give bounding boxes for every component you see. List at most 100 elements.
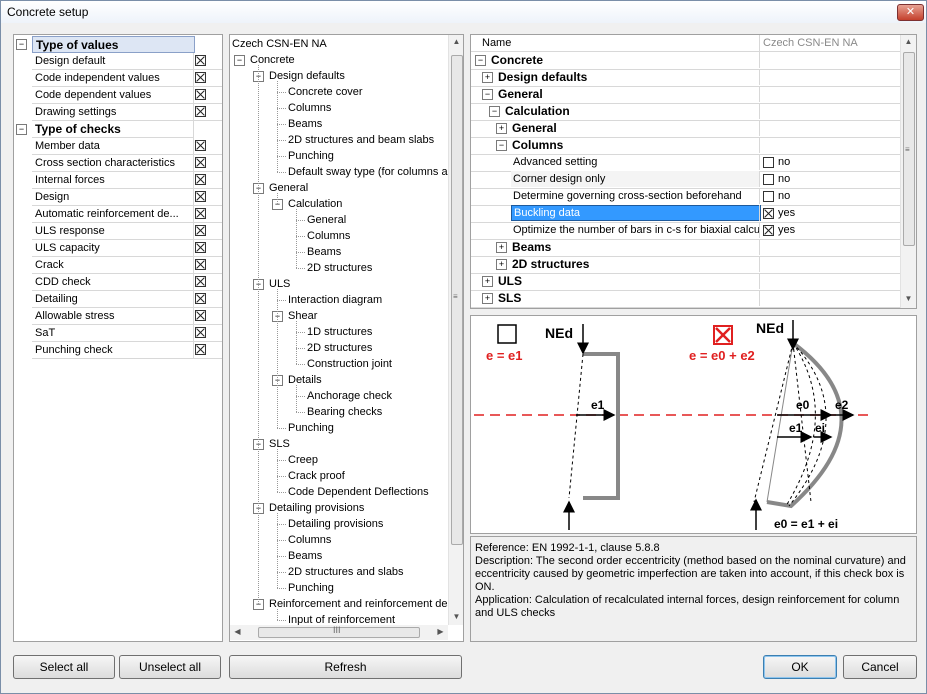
tree-hscroll-thumb[interactable]: III <box>258 625 420 638</box>
collapse-toggle-icon[interactable]: − <box>16 124 27 135</box>
grid-checkbox[interactable] <box>763 174 774 185</box>
grid-checkbox[interactable] <box>763 157 774 168</box>
grid-row[interactable]: − Calculation <box>471 103 900 121</box>
row-checkbox[interactable] <box>195 55 206 66</box>
tree-node[interactable]: Punching <box>288 580 334 596</box>
grid-row[interactable]: Advanced setting no <box>471 154 900 172</box>
tree-node[interactable]: Columns <box>288 532 331 548</box>
tree-node[interactable]: Beams <box>288 548 322 564</box>
check-row[interactable]: Internal forces <box>14 172 222 189</box>
grid-expand-icon[interactable]: − <box>496 140 507 151</box>
tree-horizontal-scrollbar[interactable]: ◀ III ▶ <box>230 625 448 640</box>
grid-row[interactable]: +2D structures <box>471 256 900 274</box>
grid-expand-icon[interactable]: + <box>482 72 493 83</box>
tree-node[interactable]: General <box>307 212 346 228</box>
row-checkbox[interactable] <box>195 191 206 202</box>
tree-node[interactable]: 2D structures and slabs <box>288 564 404 580</box>
tree-node[interactable]: Design defaults <box>269 68 345 84</box>
tree-node[interactable]: SLS <box>269 436 290 452</box>
grid-row[interactable]: − Concrete <box>471 52 900 70</box>
check-row[interactable]: Code dependent values <box>14 87 222 104</box>
row-checkbox[interactable] <box>195 72 206 83</box>
grid-expand-icon[interactable]: + <box>496 123 507 134</box>
row-checkbox[interactable] <box>195 208 206 219</box>
grid-expand-icon[interactable]: − <box>482 89 493 100</box>
tree-node[interactable]: Anchorage check <box>307 388 392 404</box>
row-checkbox[interactable] <box>195 293 206 304</box>
check-row[interactable]: Design default <box>14 53 222 70</box>
grid-row[interactable]: + Beams <box>471 239 900 257</box>
tree-node[interactable]: Concrete <box>250 52 295 68</box>
grid-row[interactable]: Buckling data yes <box>471 205 900 223</box>
grid-checkbox[interactable] <box>763 208 774 219</box>
scroll-up-icon[interactable]: ▲ <box>449 37 463 46</box>
tree-node[interactable]: Shear <box>288 308 317 324</box>
select-all-button[interactable]: Select all <box>13 655 115 679</box>
tree-node[interactable]: Columns <box>307 228 350 244</box>
grid-row[interactable]: Optimize the number of bars in c-s for b… <box>471 222 900 240</box>
grid-expand-icon[interactable]: + <box>482 293 493 304</box>
check-row[interactable]: Allowable stress <box>14 308 222 325</box>
grid-expand-icon[interactable]: + <box>496 242 507 253</box>
row-checkbox[interactable] <box>195 174 206 185</box>
check-row[interactable]: Crack <box>14 257 222 274</box>
tree-node[interactable]: Punching <box>288 420 334 436</box>
row-checkbox[interactable] <box>195 242 206 253</box>
scroll-left-icon[interactable]: ◀ <box>230 627 245 636</box>
tree-node[interactable]: Interaction diagram <box>288 292 382 308</box>
grid-row[interactable]: − Columns <box>471 137 900 155</box>
check-row[interactable]: Code independent values <box>14 70 222 87</box>
tree-node[interactable]: Concrete cover <box>288 84 363 100</box>
row-checkbox[interactable] <box>195 89 206 100</box>
check-row[interactable]: Detailing <box>14 291 222 308</box>
tree-node[interactable]: 1D structures <box>307 324 372 340</box>
grid-row[interactable]: + General <box>471 120 900 138</box>
tree-node[interactable]: General <box>269 180 308 196</box>
check-row[interactable]: Cross section characteristics <box>14 155 222 172</box>
tree-node[interactable]: Default sway type (for columns an <box>288 164 454 180</box>
grid-expand-icon[interactable]: + <box>482 276 493 287</box>
tree-node[interactable]: Code Dependent Deflections <box>288 484 429 500</box>
tree-node[interactable]: 2D structures <box>307 340 372 356</box>
unselect-all-button[interactable]: Unselect all <box>119 655 221 679</box>
tree-node[interactable]: Detailing provisions <box>288 516 383 532</box>
row-checkbox[interactable] <box>195 344 206 355</box>
tree-vertical-scrollbar[interactable]: ▲ ≡ ▼ <box>448 35 463 625</box>
cancel-button[interactable]: Cancel <box>843 655 917 679</box>
tree-vscroll-thumb[interactable]: ≡ <box>451 55 463 545</box>
grid-row[interactable]: Determine governing cross-section before… <box>471 188 900 206</box>
grid-vscroll-thumb[interactable]: ≡ <box>903 52 915 246</box>
row-checkbox[interactable] <box>195 327 206 338</box>
grid-row[interactable]: − General <box>471 86 900 104</box>
tree-node[interactable]: Reinforcement and reinforcement des <box>269 596 453 612</box>
category-row[interactable]: − Type of values <box>14 36 222 53</box>
grid-row[interactable]: + Design defaults <box>471 69 900 87</box>
tree-node[interactable]: Creep <box>288 452 318 468</box>
tree-node[interactable]: Detailing provisions <box>269 500 364 516</box>
row-checkbox[interactable] <box>195 259 206 270</box>
grid-vertical-scrollbar[interactable]: ▲ ≡ ▼ <box>900 35 916 308</box>
tree-node[interactable]: Crack proof <box>288 468 345 484</box>
check-row[interactable]: Design <box>14 189 222 206</box>
grid-row[interactable]: + ULS <box>471 273 900 291</box>
check-row[interactable]: Drawing settings <box>14 104 222 121</box>
row-checkbox[interactable] <box>195 106 206 117</box>
category-row[interactable]: − Type of checks <box>14 121 222 138</box>
grid-checkbox[interactable] <box>763 191 774 202</box>
check-row[interactable]: ULS response <box>14 223 222 240</box>
grid-checkbox[interactable] <box>763 225 774 236</box>
grid-expand-icon[interactable]: + <box>496 259 507 270</box>
tree-node[interactable]: Columns <box>288 100 331 116</box>
row-checkbox[interactable] <box>195 225 206 236</box>
title-bar[interactable]: Concrete setup ✕ <box>1 1 926 23</box>
row-checkbox[interactable] <box>195 157 206 168</box>
refresh-button[interactable]: Refresh <box>229 655 462 679</box>
scroll-right-icon[interactable]: ▶ <box>433 627 448 636</box>
row-checkbox[interactable] <box>195 310 206 321</box>
grid-expand-icon[interactable]: − <box>475 55 486 66</box>
check-row[interactable]: ULS capacity <box>14 240 222 257</box>
close-button[interactable]: ✕ <box>897 4 924 21</box>
tree-node[interactable]: Bearing checks <box>307 404 382 420</box>
tree-node[interactable]: Beams <box>307 244 341 260</box>
row-checkbox[interactable] <box>195 276 206 287</box>
